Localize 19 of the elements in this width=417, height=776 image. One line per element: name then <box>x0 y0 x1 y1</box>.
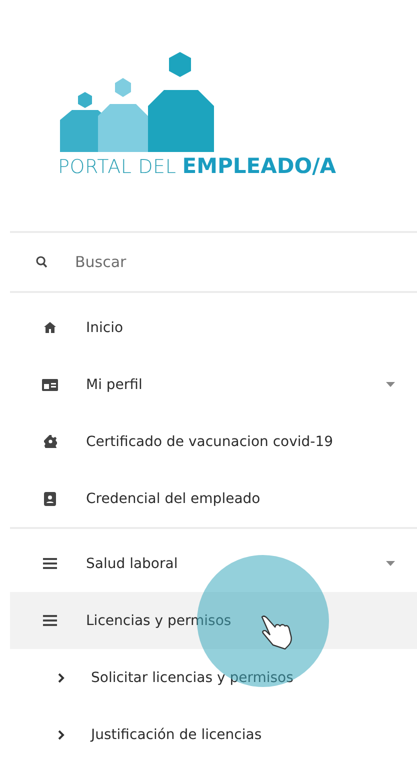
settings-icon <box>44 435 56 448</box>
menu-item[interactable]: Salud laboral <box>10 535 417 592</box>
search-icon <box>36 256 47 268</box>
home-icon <box>44 322 56 333</box>
logo-text: EMPLEADO/A <box>182 154 336 178</box>
id-card-icon <box>42 378 58 390</box>
logo-text: PORTAL DEL <box>58 156 176 178</box>
menu-icon <box>43 558 57 569</box>
chevron-right-icon <box>58 672 65 682</box>
menu-item[interactable]: Mi perfil <box>10 356 417 413</box>
search-field[interactable]: Buscar <box>73 252 327 272</box>
menu-item[interactable]: Credencial del empleado <box>10 470 417 527</box>
menu-item[interactable]: Certificado de vacunacion covid-19 <box>10 413 417 470</box>
submenu-item[interactable]: Justificación de licencias <box>91 726 262 742</box>
person-badge-icon <box>44 492 56 506</box>
submenu-item[interactable]: Solicitar licencias y permisos <box>91 670 294 686</box>
menu-icon <box>43 615 57 626</box>
chevron-right-icon <box>58 730 65 740</box>
menu-item[interactable]: Inicio <box>10 299 417 356</box>
